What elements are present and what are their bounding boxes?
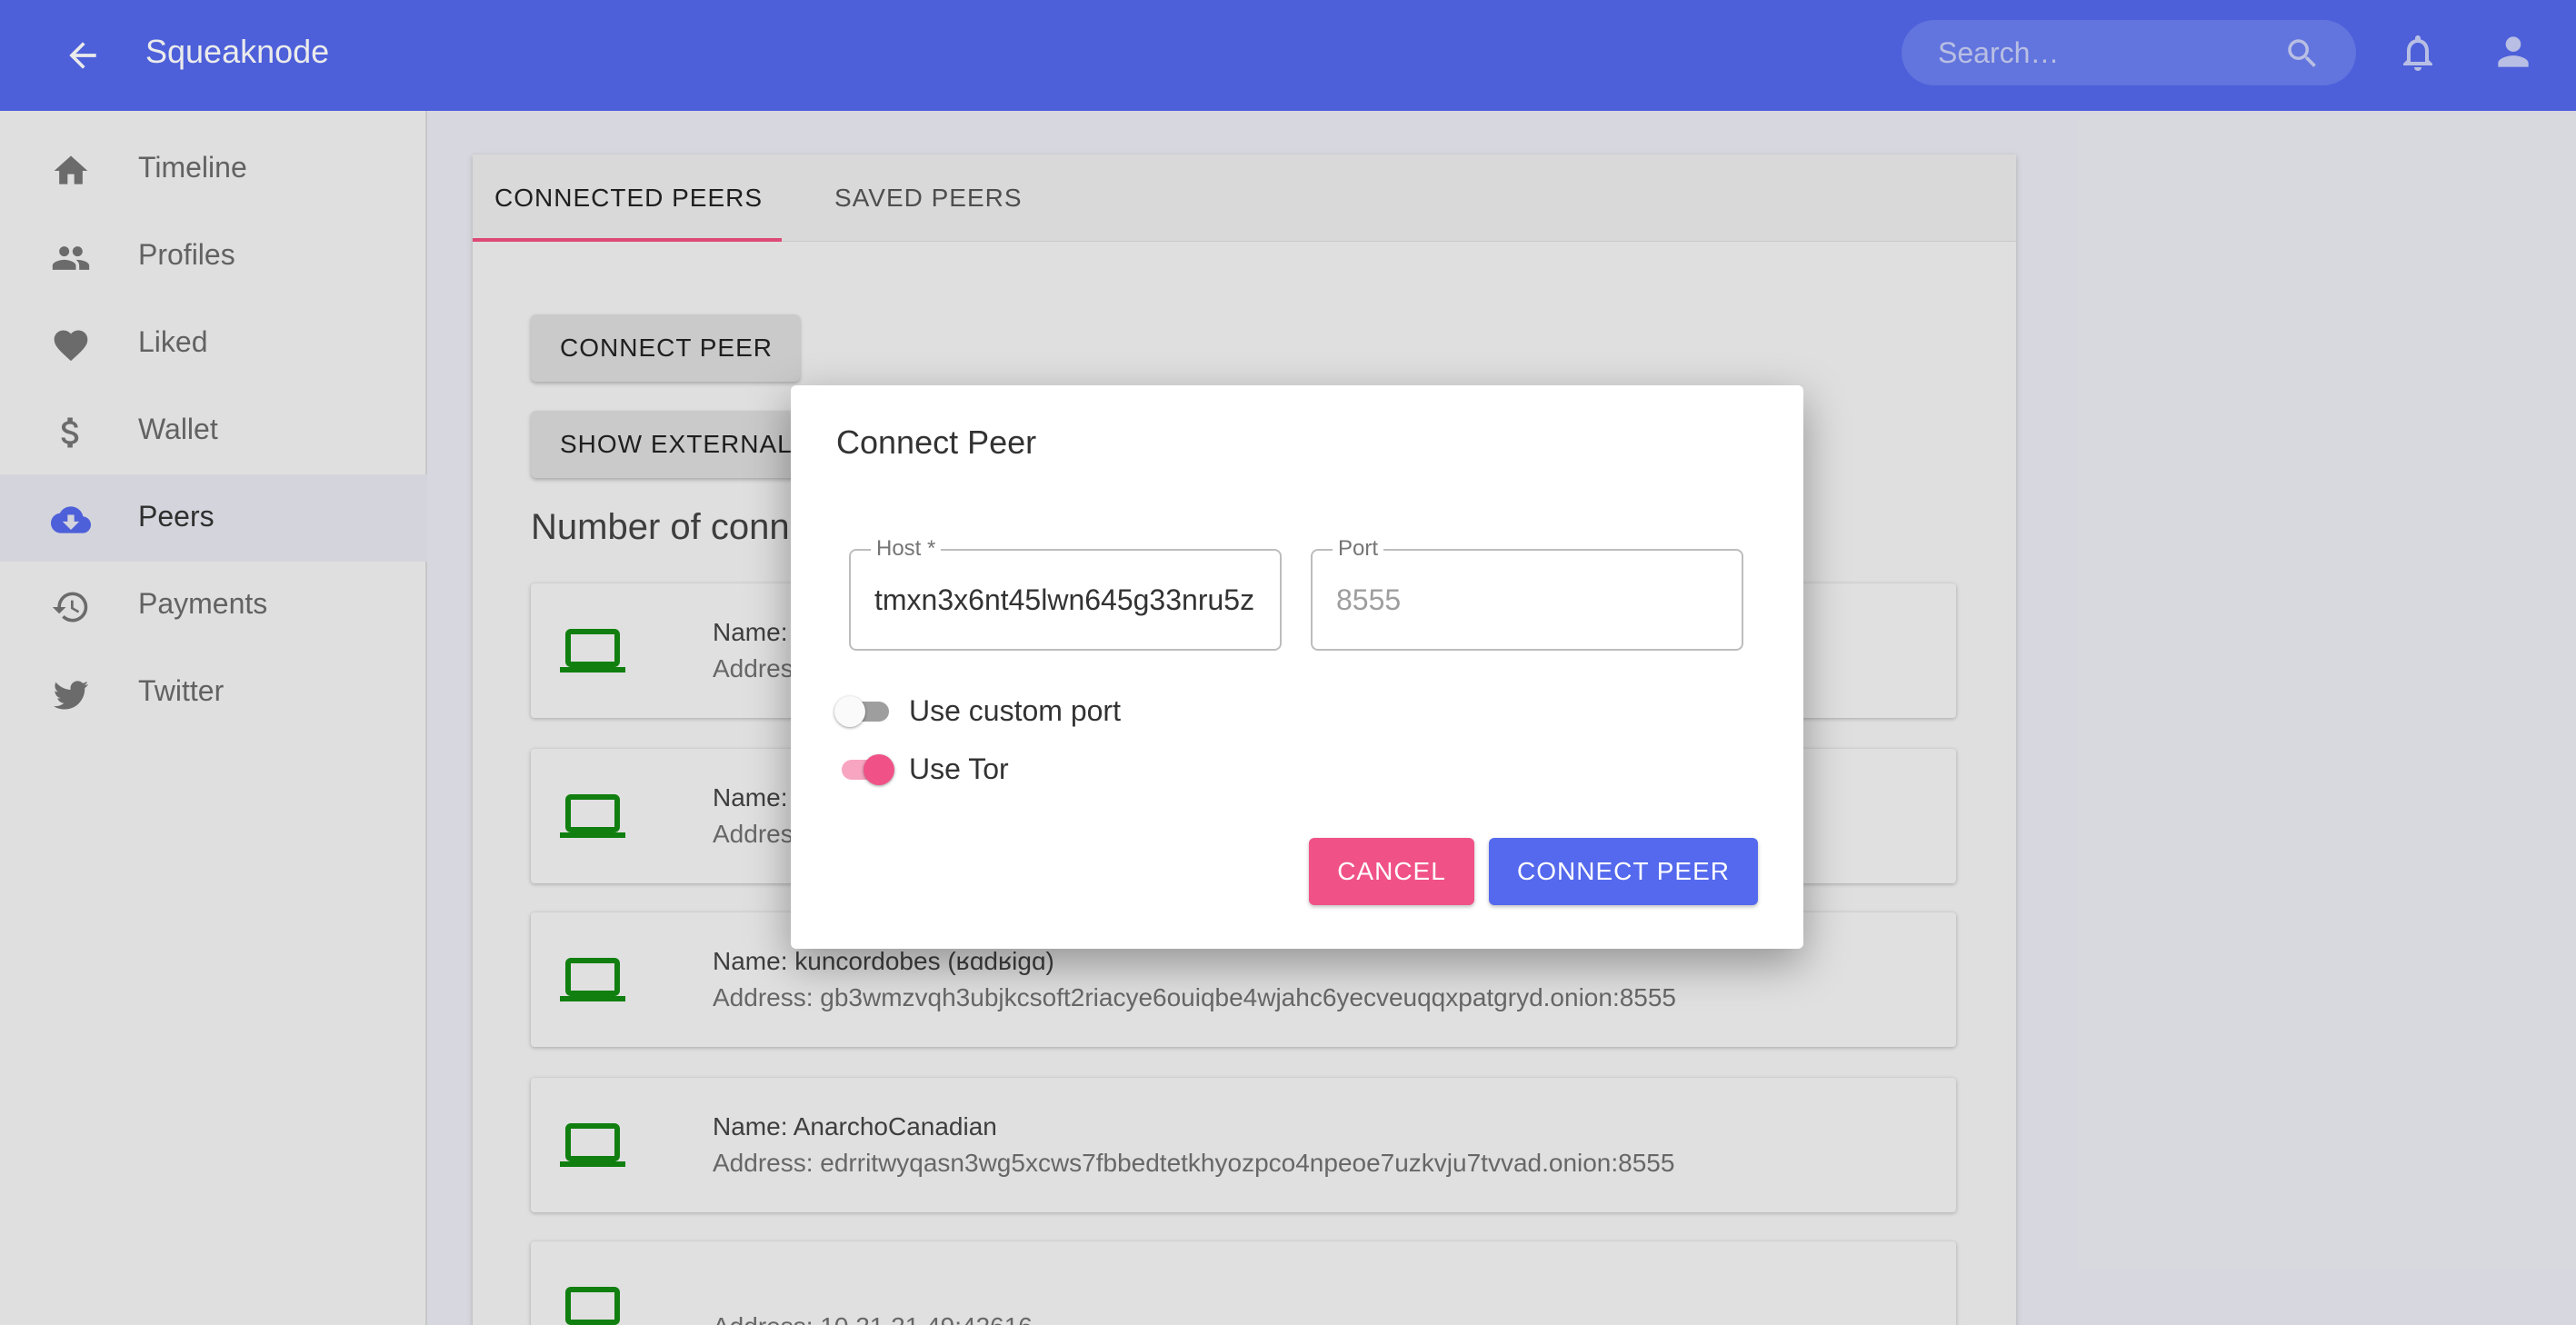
host-label: Host * [871,536,942,562]
tor-switch[interactable] [836,743,900,794]
custom-port-switch[interactable] [834,685,900,736]
port-input[interactable] [1336,578,1718,622]
switch-thumb [834,696,865,727]
dialog-title: Connect Peer [836,423,1037,461]
custom-port-label: Use custom port [909,694,1121,727]
host-field[interactable]: Host * [849,536,1282,651]
host-input[interactable] [874,578,1256,622]
dialog-connect-peer-button[interactable]: CONNECT PEER [1489,838,1758,905]
port-label: Port [1333,536,1384,562]
port-field[interactable]: Port [1311,536,1743,651]
connect-peer-dialog: Connect Peer Host * Port Use custom port… [791,385,1803,949]
tor-label: Use Tor [909,752,1009,785]
switch-thumb [864,754,894,785]
cancel-button[interactable]: CANCEL [1309,838,1474,905]
